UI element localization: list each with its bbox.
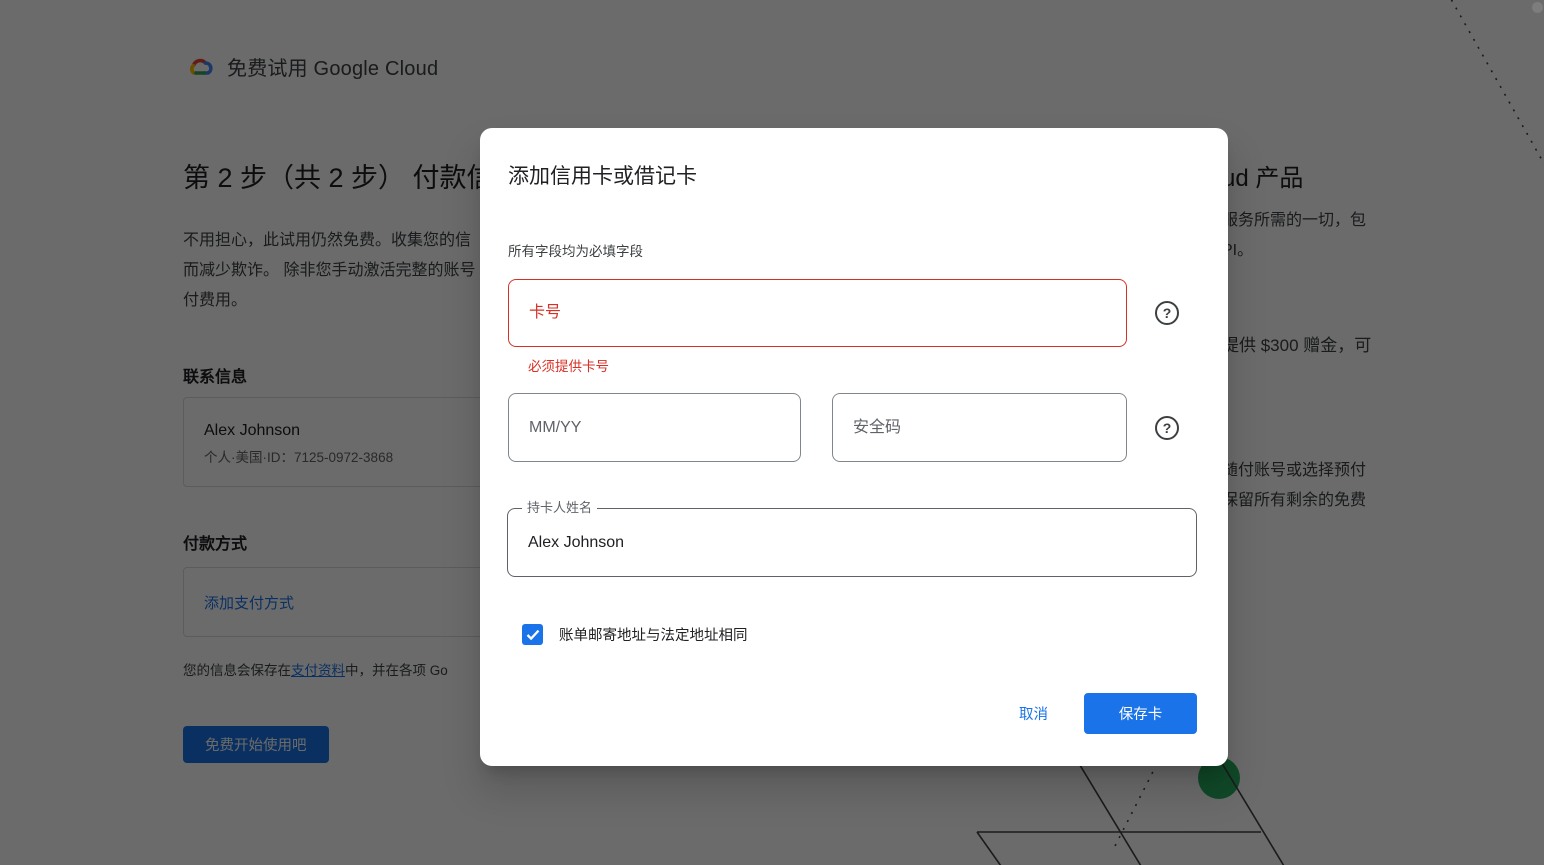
dot-decoration <box>1532 2 1543 13</box>
security-code-help-icon[interactable]: ? <box>1155 416 1179 440</box>
billing-address-checkbox[interactable] <box>522 624 543 645</box>
expiry-input[interactable] <box>508 393 801 462</box>
save-card-button[interactable]: 保存卡 <box>1084 693 1197 734</box>
cancel-button[interactable]: 取消 <box>1009 695 1058 732</box>
cardholder-field-wrap: 持卡人姓名 <box>507 508 1197 577</box>
billing-address-checkbox-label: 账单邮寄地址与法定地址相同 <box>559 624 748 645</box>
card-number-input[interactable] <box>508 279 1127 347</box>
checkmark-icon <box>526 629 540 641</box>
cardholder-name-input[interactable] <box>507 508 1197 577</box>
security-code-input[interactable] <box>832 393 1127 462</box>
dialog-title: 添加信用卡或借记卡 <box>508 160 697 190</box>
add-card-dialog: 添加信用卡或借记卡 所有字段均为必填字段 必须提供卡号 ? ? 持卡人姓名 账单… <box>480 128 1228 766</box>
dialog-actions: 取消 保存卡 <box>1009 693 1197 734</box>
billing-address-checkbox-row[interactable]: 账单邮寄地址与法定地址相同 <box>522 624 748 645</box>
cardholder-name-label: 持卡人姓名 <box>522 500 597 516</box>
card-number-help-icon[interactable]: ? <box>1155 301 1179 325</box>
screen: 免费试用 Google Cloud 第 2 步（共 2 步） 付款信 不用担心，… <box>0 0 1544 865</box>
card-number-error: 必须提供卡号 <box>528 355 609 375</box>
required-fields-note: 所有字段均为必填字段 <box>508 240 643 260</box>
